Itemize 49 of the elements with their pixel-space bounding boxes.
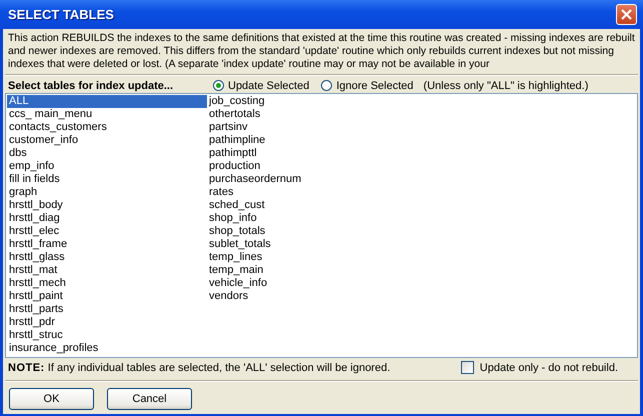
window-title: SELECT TABLES (8, 7, 114, 22)
list-item[interactable]: sublet_totals (207, 238, 407, 251)
list-item[interactable]: graph (7, 186, 207, 199)
list-item[interactable]: job_costing (207, 95, 407, 108)
list-item[interactable]: fill in fields (7, 173, 207, 186)
update-only-checkbox[interactable]: Update only - do not rebuild. (460, 361, 618, 374)
list-item[interactable]: hrsttl_paint (7, 290, 207, 303)
list-item[interactable]: hrsttl_pdr (7, 316, 207, 329)
dialog-button[interactable]: Cancel (107, 388, 192, 410)
list-item[interactable]: pathimpttl (207, 147, 407, 160)
list-item[interactable]: ccs_ main_menu (7, 108, 207, 121)
radio-hint: (Unless only "ALL" is highlighted.) (423, 80, 588, 92)
list-item[interactable]: hrsttl_elec (7, 225, 207, 238)
list-item[interactable]: ALL (7, 95, 207, 108)
dialog-button[interactable]: OK (9, 388, 94, 410)
list-item[interactable]: hrsttl_body (7, 199, 207, 212)
list-item[interactable]: insurance_profiles (7, 342, 207, 355)
list-item[interactable]: othertotals (207, 108, 407, 121)
list-item[interactable]: purchaseordernum (207, 173, 407, 186)
radio-option[interactable]: Ignore Selected (321, 80, 414, 92)
list-item[interactable]: shop_totals (207, 225, 407, 238)
list-item[interactable]: rates (207, 186, 407, 199)
list-item[interactable]: production (207, 160, 407, 173)
list-item[interactable]: sched_cust (207, 199, 407, 212)
list-item[interactable]: temp_lines (207, 251, 407, 264)
list-item[interactable]: customer_info (7, 134, 207, 147)
note-text: NOTE: If any individual tables are selected, the 'ALL' selection will be ignored. (8, 362, 390, 374)
list-item[interactable]: temp_main (207, 264, 407, 277)
table-list[interactable] (5, 93, 638, 358)
list-item[interactable]: partsinv (207, 121, 407, 134)
list-item[interactable]: hrsttl_frame (7, 238, 207, 251)
list-item[interactable]: hrsttl_mech (7, 277, 207, 290)
close-icon (620, 8, 633, 21)
list-item[interactable]: pathimpline (207, 134, 407, 147)
list-prompt: Select tables for index update... (8, 80, 174, 92)
list-item[interactable]: hrsttl_struc (7, 329, 207, 342)
list-item[interactable]: dbs (7, 147, 207, 160)
list-item[interactable]: hrsttl_parts (7, 303, 207, 316)
close-button[interactable] (616, 4, 637, 25)
list-item[interactable]: hrsttl_mat (7, 264, 207, 277)
list-item[interactable]: shop_info (207, 212, 407, 225)
list-item[interactable]: vendors (207, 290, 407, 303)
list-item[interactable]: hrsttl_glass (7, 251, 207, 264)
description-text: This action REBUILDS the indexes to the same definitions that existed at the time this routine was created - missing indexes are rebuilt and newer indexes are removed. This differs from the standard 'update' routine which only rebuilds current indexes but not missing indexes that were deleted or lost. (A separate 'index update' routine may or may not be available in your (7, 32, 636, 71)
list-item[interactable]: vehicle_info (207, 277, 407, 290)
radio-option[interactable]: Update Selected (213, 80, 310, 92)
list-item[interactable]: emp_info (7, 160, 207, 173)
list-item[interactable]: hrsttl_diag (7, 212, 207, 225)
list-item[interactable]: contacts_customers (7, 121, 207, 134)
